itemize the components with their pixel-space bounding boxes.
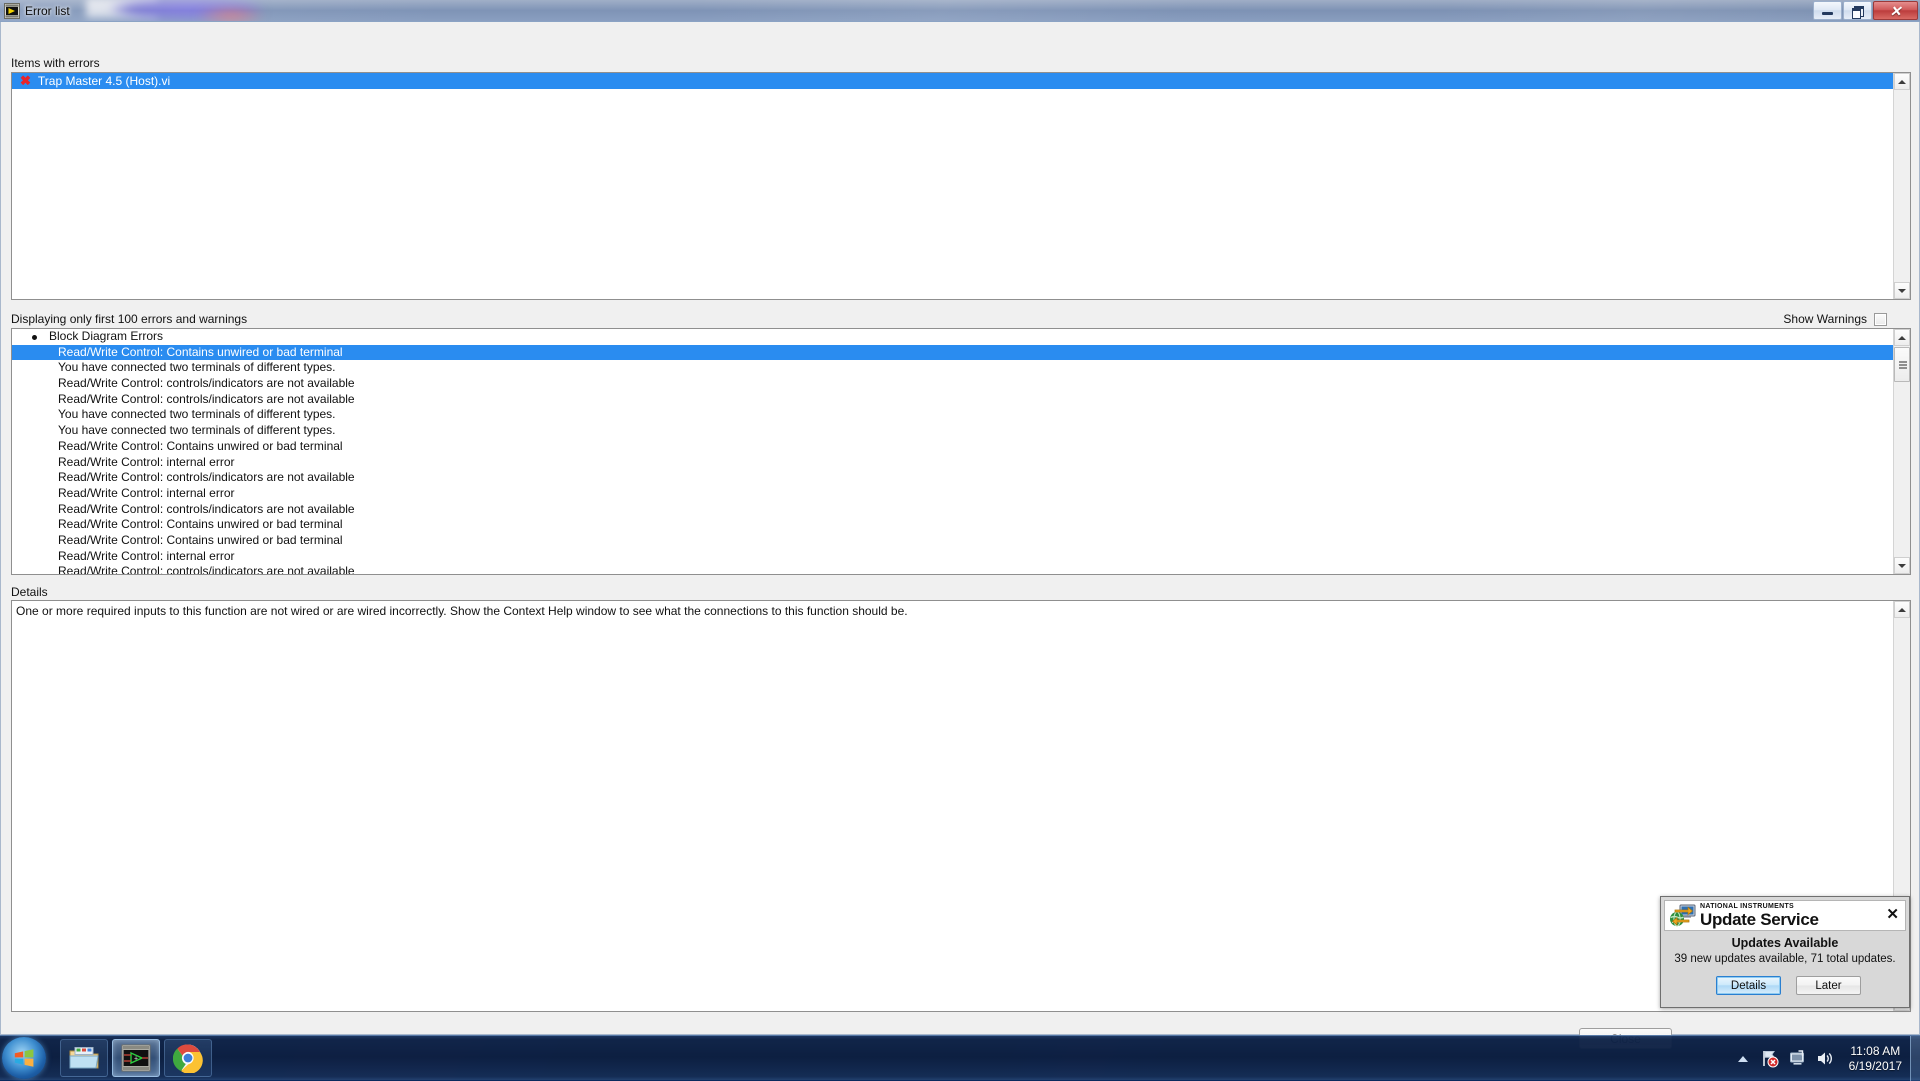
system-tray: 11:08 AM 6/19/2017 bbox=[1738, 1036, 1920, 1081]
taskbar-item-google-chrome[interactable] bbox=[164, 1039, 212, 1077]
displaying-status-text: Displaying only first 100 errors and war… bbox=[11, 312, 247, 326]
clock-date: 6/19/2017 bbox=[1849, 1059, 1902, 1074]
error-list-row[interactable]: Read/Write Control: controls/indicators … bbox=[12, 392, 1893, 408]
scroll-down-icon[interactable] bbox=[1894, 282, 1910, 299]
chrome-icon bbox=[173, 1043, 203, 1073]
window-body: Items with errors ✖ Trap Master 4.5 (Hos… bbox=[0, 22, 1920, 1035]
error-list-row[interactable]: Read/Write Control: Contains unwired or … bbox=[12, 439, 1893, 455]
items-list-scrollbar[interactable] bbox=[1893, 73, 1910, 299]
items-with-errors-list[interactable]: ✖ Trap Master 4.5 (Host).vi bbox=[11, 72, 1911, 300]
popup-later-button[interactable]: Later bbox=[1796, 976, 1861, 995]
update-service-popup[interactable]: NATIONAL INSTRUMENTS Update Service ✕ Up… bbox=[1660, 896, 1910, 1008]
error-group-label: Block Diagram Errors bbox=[49, 329, 163, 343]
window-controls: ✕ bbox=[1812, 1, 1918, 20]
show-hidden-icons-icon[interactable] bbox=[1738, 1056, 1748, 1062]
show-warnings-checkbox[interactable] bbox=[1874, 313, 1887, 326]
labview-icon: + bbox=[121, 1044, 151, 1072]
volume-icon[interactable] bbox=[1816, 1049, 1835, 1068]
taskbar-item-windows-explorer[interactable] bbox=[60, 1039, 108, 1077]
error-x-icon: ✖ bbox=[20, 73, 31, 89]
network-error-icon[interactable] bbox=[1760, 1049, 1779, 1068]
taskbar: + bbox=[0, 1035, 1920, 1080]
minimize-button[interactable] bbox=[1813, 1, 1842, 20]
error-list-row[interactable]: Read/Write Control: internal error bbox=[12, 549, 1893, 565]
popup-subtext: 39 new updates available, 71 total updat… bbox=[1664, 953, 1906, 965]
errors-list-scrollbar[interactable] bbox=[1893, 329, 1910, 574]
scroll-up-icon[interactable] bbox=[1894, 73, 1910, 90]
details-label: Details bbox=[11, 585, 48, 599]
scrollbar-grip-icon bbox=[1899, 359, 1907, 370]
popup-body: Updates Available 39 new updates availab… bbox=[1664, 934, 1906, 972]
popup-close-icon[interactable]: ✕ bbox=[1886, 907, 1899, 922]
action-center-icon[interactable] bbox=[1788, 1049, 1807, 1068]
taskbar-clock[interactable]: 11:08 AM 6/19/2017 bbox=[1849, 1044, 1902, 1074]
folder-icon bbox=[69, 1045, 99, 1071]
popup-brand-small: NATIONAL INSTRUMENTS bbox=[1700, 903, 1819, 910]
details-panel[interactable]: One or more required inputs to this func… bbox=[11, 600, 1911, 1012]
scroll-up-icon[interactable] bbox=[1894, 601, 1910, 618]
error-list-row[interactable]: Read/Write Control: Contains unwired or … bbox=[12, 533, 1893, 549]
group-bullet-icon bbox=[32, 335, 37, 340]
restore-button[interactable] bbox=[1843, 1, 1872, 20]
error-list-row[interactable]: Read/Write Control: internal error bbox=[12, 455, 1893, 471]
list-item-label: Trap Master 4.5 (Host).vi bbox=[38, 73, 170, 89]
items-with-errors-label: Items with errors bbox=[11, 56, 100, 70]
scrollbar-thumb[interactable] bbox=[1894, 347, 1910, 382]
popup-brand: NATIONAL INSTRUMENTS Update Service bbox=[1700, 903, 1819, 928]
popup-brand-title: Update Service bbox=[1700, 911, 1819, 928]
error-list-row[interactable]: Read/Write Control: Contains unwired or … bbox=[12, 345, 1893, 361]
title-bar[interactable]: Error list ✕ bbox=[0, 0, 1920, 22]
errors-list-inner: Block Diagram Errors Read/Write Control:… bbox=[12, 329, 1893, 574]
close-button[interactable]: ✕ bbox=[1873, 1, 1918, 20]
start-orb[interactable] bbox=[2, 1037, 46, 1079]
error-list-row[interactable]: Read/Write Control: controls/indicators … bbox=[12, 502, 1893, 518]
scroll-down-icon[interactable] bbox=[1894, 557, 1910, 574]
error-list-row[interactable]: Read/Write Control: controls/indicators … bbox=[12, 376, 1893, 392]
window-title: Error list bbox=[25, 4, 70, 18]
details-text: One or more required inputs to this func… bbox=[16, 604, 1888, 619]
clock-time: 11:08 AM bbox=[1849, 1044, 1902, 1059]
show-desktop-button[interactable] bbox=[1910, 1036, 1920, 1081]
popup-heading: Updates Available bbox=[1664, 936, 1906, 950]
error-list-row[interactable]: Read/Write Control: Contains unwired or … bbox=[12, 517, 1893, 533]
error-list-row[interactable]: You have connected two terminals of diff… bbox=[12, 407, 1893, 423]
ni-update-service-logo-icon bbox=[1669, 904, 1697, 928]
popup-details-button[interactable]: Details bbox=[1716, 976, 1781, 995]
error-list-window: Error list ✕ Items with errors ✖ Trap Ma… bbox=[0, 0, 1920, 1035]
error-list-row[interactable]: Read/Write Control: internal error bbox=[12, 486, 1893, 502]
list-item[interactable]: ✖ Trap Master 4.5 (Host).vi bbox=[12, 73, 1893, 89]
popup-header: NATIONAL INSTRUMENTS Update Service ✕ bbox=[1664, 900, 1906, 931]
error-list-row[interactable]: You have connected two terminals of diff… bbox=[12, 423, 1893, 439]
error-rows-container: Read/Write Control: Contains unwired or … bbox=[12, 345, 1893, 574]
error-list-row[interactable]: You have connected two terminals of diff… bbox=[12, 360, 1893, 376]
taskbar-item-labview[interactable]: + bbox=[112, 1039, 160, 1077]
error-list-row[interactable]: Read/Write Control: controls/indicators … bbox=[12, 470, 1893, 486]
show-warnings-label: Show Warnings bbox=[1783, 312, 1867, 326]
errors-list[interactable]: Block Diagram Errors Read/Write Control:… bbox=[11, 328, 1911, 575]
error-group-header[interactable]: Block Diagram Errors bbox=[12, 329, 1893, 345]
scroll-up-icon[interactable] bbox=[1894, 329, 1910, 346]
items-list-inner: ✖ Trap Master 4.5 (Host).vi bbox=[12, 73, 1893, 299]
show-warnings-control[interactable]: Show Warnings bbox=[1783, 312, 1887, 326]
labview-vi-icon bbox=[4, 3, 20, 19]
error-list-row[interactable]: Read/Write Control: controls/indicators … bbox=[12, 564, 1893, 574]
svg-text:+: + bbox=[134, 1056, 138, 1063]
